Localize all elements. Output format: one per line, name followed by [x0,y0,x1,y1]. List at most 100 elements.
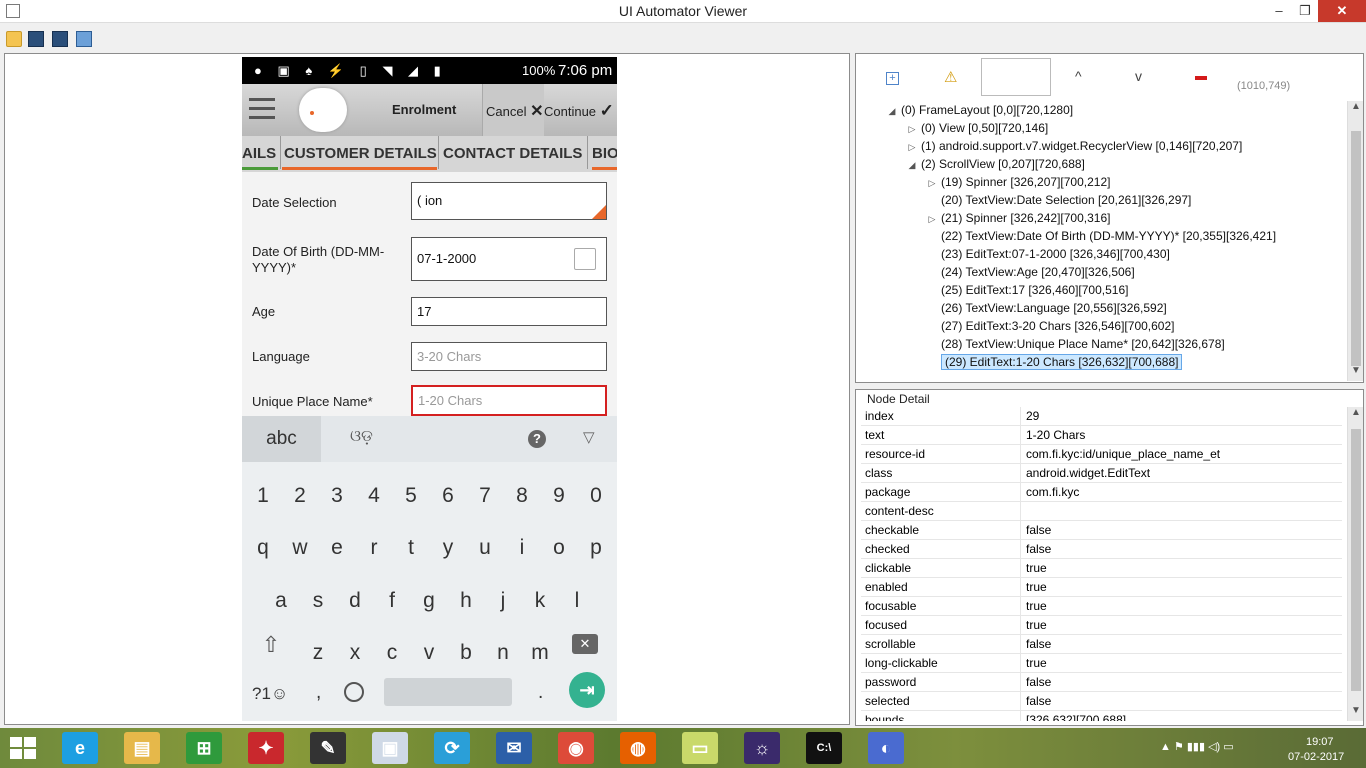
key-4[interactable]: 4 [359,484,389,508]
key-x[interactable]: x [340,641,370,665]
tab-bio[interactable]: BIO [592,145,617,162]
tree-node[interactable]: (24) TextView:Age [20,470][326,506] [923,263,1135,281]
key-v[interactable]: v [414,641,444,665]
scroll-thumb[interactable] [1351,429,1361,691]
shift-icon[interactable]: ⇧ [259,632,283,657]
key-w[interactable]: w [285,536,315,560]
key-z[interactable]: z [303,641,333,665]
red-app-icon[interactable]: ✦ [248,732,284,764]
key-9[interactable]: 9 [544,484,574,508]
tree-node[interactable]: (28) TextView:Unique Place Name* [20,642… [923,335,1225,353]
detail-row-long-clickable[interactable]: long-clickable true [861,654,1342,673]
tree-node[interactable]: (23) EditText:07-1-2000 [326,346][700,43… [923,245,1170,263]
key-j[interactable]: j [488,589,518,613]
tree-scrollbar[interactable]: ▲ ▼ [1347,101,1363,381]
hide-keyboard-icon[interactable]: ▽ [583,428,595,446]
tab-contact-details[interactable]: CONTACT DETAILS [443,145,582,162]
tree-node[interactable]: ◢ (0) FrameLayout [0,0][720,1280] [883,101,1074,119]
clock-date[interactable]: 07-02-2017 [1288,751,1344,763]
tree-node[interactable]: ▷ (21) Spinner [326,242][700,316] [923,209,1111,227]
detail-row-class[interactable]: class android.widget.EditText [861,464,1342,483]
key-a[interactable]: a [266,589,296,613]
scroll-up-icon[interactable]: ▲ [1348,101,1364,112]
command-prompt-icon[interactable]: C:\ [806,732,842,764]
sticky-notes-icon[interactable]: ▭ [682,732,718,764]
tree-node[interactable]: (26) TextView:Language [20,556][326,592] [923,299,1167,317]
key-6[interactable]: 6 [433,484,463,508]
detail-row-clickable[interactable]: clickable true [861,559,1342,578]
comma-key[interactable]: , [316,682,321,704]
calendar-icon[interactable] [574,248,596,270]
tree-node[interactable]: (27) EditText:3-20 Chars [326,546][700,6… [923,317,1174,335]
enter-icon[interactable]: ⇥ [569,672,605,708]
key-r[interactable]: r [359,536,389,560]
help-icon[interactable]: ? [528,430,546,448]
language-key[interactable]: ଓଡ଼ [350,428,373,446]
date-selection-spinner[interactable]: ( ion [411,182,607,220]
system-tray-icons[interactable]: ▲ ⚑ ▮▮▮ ◁) ▭ [1160,740,1234,753]
continue-button[interactable]: Continue ✓ [544,101,614,121]
globe-icon[interactable] [344,682,364,702]
expand-arrow-icon[interactable]: ▷ [903,120,921,138]
key-m[interactable]: m [525,641,555,665]
chrome-icon[interactable]: ◉ [558,732,594,764]
key-i[interactable]: i [507,536,537,560]
tree-node[interactable]: ▷ (19) Spinner [326,207][700,212] [923,173,1111,191]
ui-viewer-icon[interactable]: ▣ [372,732,408,764]
key-n[interactable]: n [488,641,518,665]
clock-time[interactable]: 19:07 [1306,736,1334,748]
device-screenshot-compressed-icon[interactable] [52,31,68,47]
detail-row-focused[interactable]: focused true [861,616,1342,635]
symbols-key[interactable]: ?1☺ [252,684,288,704]
tree-node[interactable]: ◢ (2) ScrollView [0,207][720,688] [903,155,1085,173]
firefox-icon[interactable]: ◍ [620,732,656,764]
key-f[interactable]: f [377,589,407,613]
detail-row-resource-id[interactable]: resource-id com.fi.kyc:id/unique_place_na… [861,445,1342,464]
detail-row-selected[interactable]: selected false [861,692,1342,711]
open-folder-icon[interactable] [6,31,22,47]
device-screenshot-icon[interactable] [28,31,44,47]
detail-row-checked[interactable]: checked false [861,540,1342,559]
key-0[interactable]: 0 [581,484,611,508]
key-s[interactable]: s [303,589,333,613]
expand-arrow-icon[interactable]: ◢ [903,156,921,174]
sync-app-icon[interactable]: ⟳ [434,732,470,764]
cancel-button[interactable]: Cancel ✕ [482,84,544,136]
pen-app-icon[interactable]: ✎ [310,732,346,764]
screenshot-thumbnail[interactable] [981,58,1051,96]
file-explorer-icon[interactable]: ▤ [124,732,160,764]
key-c[interactable]: c [377,641,407,665]
tree-node[interactable]: ▷ (0) View [0,50][720,146] [903,119,1049,138]
previous-node-icon[interactable]: ^ [1075,68,1082,84]
unique-place-name-field[interactable]: 1-20 Chars [411,385,607,416]
key-8[interactable]: 8 [507,484,537,508]
expand-arrow-icon[interactable]: ▷ [903,138,921,156]
close-button[interactable]: ✕ [1318,0,1366,22]
key-p[interactable]: p [581,536,611,560]
edge-swirl-icon[interactable]: ◐ [868,732,904,764]
key-1[interactable]: 1 [248,484,278,508]
tree-node[interactable]: (25) EditText:17 [326,460][700,516] [923,281,1128,299]
key-u[interactable]: u [470,536,500,560]
scroll-down-icon[interactable]: ▼ [1348,365,1364,376]
key-q[interactable]: q [248,536,278,560]
detail-row-password[interactable]: password false [861,673,1342,692]
save-icon[interactable] [76,31,92,47]
tree-node[interactable]: (20) TextView:Date Selection [20,261][32… [923,191,1191,209]
scroll-down-icon[interactable]: ▼ [1348,705,1364,716]
menu-icon[interactable] [249,98,275,120]
key-y[interactable]: y [433,536,463,560]
next-node-icon[interactable]: v [1135,68,1142,84]
key-o[interactable]: o [544,536,574,560]
detail-row-checkable[interactable]: checkable false [861,521,1342,540]
expand-all-icon[interactable]: + [886,72,899,85]
key-3[interactable]: 3 [322,484,352,508]
key-b[interactable]: b [451,641,481,665]
warning-icon[interactable]: ⚠ [944,68,957,86]
key-d[interactable]: d [340,589,370,613]
maximize-button[interactable]: ❐ [1292,0,1318,22]
detail-row-text[interactable]: text 1-20 Chars [861,426,1342,445]
windows-start-icon[interactable] [10,737,38,759]
scroll-up-icon[interactable]: ▲ [1348,407,1364,418]
key-h[interactable]: h [451,589,481,613]
